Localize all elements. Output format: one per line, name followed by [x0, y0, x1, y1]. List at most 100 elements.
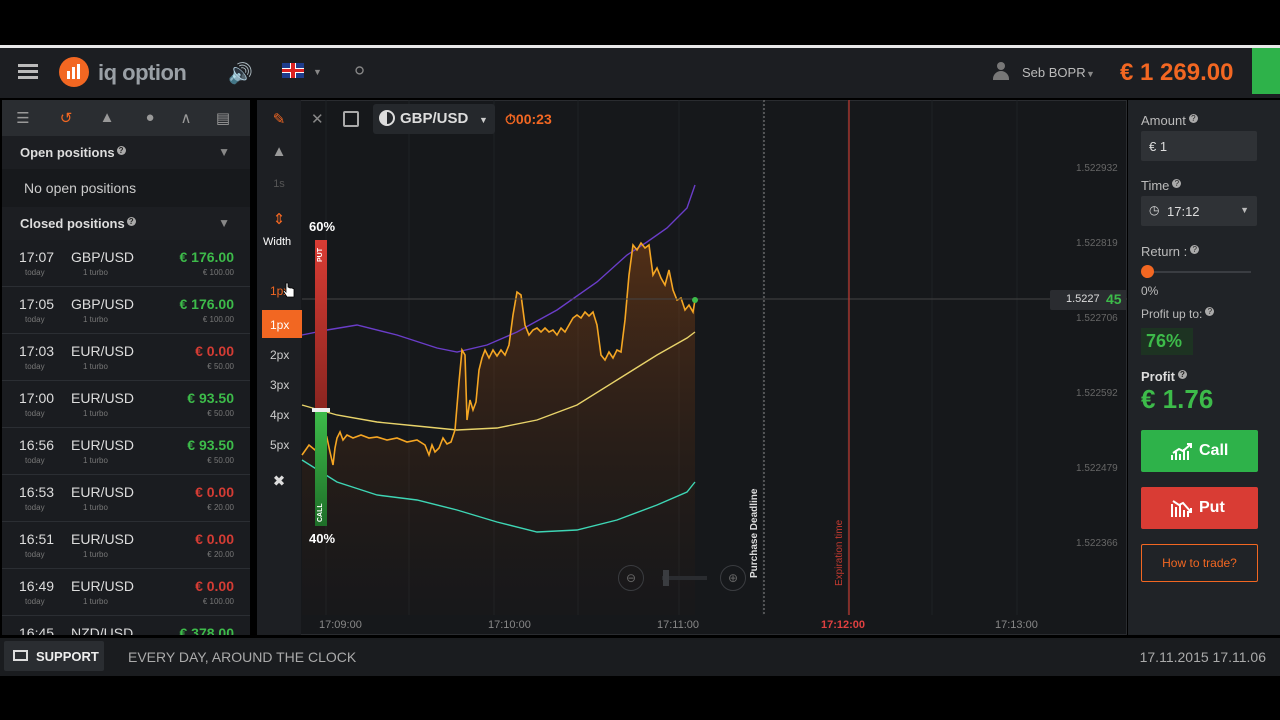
trade-row[interactable]: 17:07 today GBP/USD 1 turbo € 176.00 € 100.00	[2, 240, 250, 287]
chart-type-icon[interactable]: ▲	[269, 143, 289, 163]
trade-type: 1 turbo	[83, 456, 108, 465]
chevron-down-icon[interactable]: ▼	[1086, 69, 1095, 79]
chart-icon[interactable]: ▲	[97, 109, 117, 127]
y-tick: 1.522819	[1076, 238, 1118, 249]
trade-amount: € 0.00	[195, 578, 234, 594]
help-icon[interactable]: ?	[1205, 307, 1215, 316]
time-value: 17:12	[1167, 204, 1200, 219]
trade-time: 17:00	[19, 390, 55, 406]
x-tick: 17:10:00	[488, 619, 531, 631]
deposit-button[interactable]	[1252, 48, 1280, 94]
history-icon[interactable]: ↺	[56, 109, 76, 127]
put-percentage: 60%	[309, 219, 336, 234]
help-icon[interactable]: ?	[126, 217, 136, 226]
users-icon[interactable]: ●	[140, 109, 160, 127]
user-name[interactable]: Seb BOPR	[1022, 65, 1086, 80]
return-label-text: Return :	[1141, 244, 1188, 259]
closed-positions-header[interactable]: Closed positions? ▼	[2, 207, 250, 240]
width-option-2px[interactable]: 2px	[262, 340, 302, 368]
return-slider-track[interactable]	[1147, 271, 1251, 273]
trade-row[interactable]: 16:53 today EUR/USD 1 turbo € 0.00 € 20.00	[2, 475, 250, 522]
trade-day: today	[25, 362, 45, 371]
zoom-in-icon[interactable]: ⊕	[720, 565, 746, 591]
open-positions-header[interactable]: Open positions? ▼	[2, 136, 250, 169]
call-chart-icon	[1171, 443, 1192, 460]
news-icon[interactable]: ▤	[213, 109, 233, 127]
indicator-icon[interactable]: ⇕	[269, 210, 289, 230]
width-option-5px[interactable]: 5px	[262, 430, 302, 458]
trade-row[interactable]: 17:03 today EUR/USD 1 turbo € 0.00 € 50.00	[2, 334, 250, 381]
trade-pair: EUR/USD	[71, 578, 135, 594]
put-button[interactable]: Put	[1141, 487, 1258, 529]
trade-row[interactable]: 17:00 today EUR/USD 1 turbo € 93.50 € 50.00	[2, 381, 250, 428]
trade-amount: € 93.50	[187, 390, 234, 406]
call-bar-label: CALL	[317, 503, 324, 522]
close-icon[interactable]: ✖	[269, 472, 289, 492]
speaker-icon[interactable]: 🔊	[228, 61, 253, 86]
bulb-icon[interactable]: ⚪	[352, 61, 367, 82]
width-option-4px[interactable]: 4px	[262, 400, 302, 428]
footer: SUPPORT EVERY DAY, AROUND THE CLOCK 17.1…	[0, 638, 1280, 676]
width-option-1px[interactable]: 1px	[262, 310, 302, 338]
help-icon[interactable]: ?	[116, 146, 126, 155]
call-button[interactable]: Call	[1141, 430, 1258, 472]
call-label: Call	[1199, 442, 1229, 459]
open-positions-title: Open positions	[20, 145, 115, 160]
trade-day: today	[25, 503, 45, 512]
profit-up-label: Profit up to:?	[1141, 307, 1215, 321]
how-to-trade-button[interactable]: How to trade?	[1141, 544, 1258, 582]
help-icon[interactable]: ?	[1190, 245, 1200, 254]
help-icon[interactable]: ?	[1172, 179, 1182, 188]
timeframe-icon[interactable]: 1s	[269, 178, 289, 198]
trade-row[interactable]: 16:56 today EUR/USD 1 turbo € 93.50 € 50.00	[2, 428, 250, 475]
hamburger-icon[interactable]	[18, 64, 38, 80]
pencil-icon[interactable]: ✎	[269, 110, 289, 130]
balance[interactable]: € 1 269.00	[1120, 59, 1233, 87]
sentiment-divider	[312, 408, 330, 412]
asset-selector[interactable]: GBP/USD ▼	[373, 104, 495, 134]
envelope-icon	[13, 650, 28, 661]
help-icon[interactable]: ?	[1188, 114, 1198, 123]
trade-investment: € 20.00	[207, 550, 234, 559]
trade-amount: € 0.00	[195, 343, 234, 359]
trade-type: 1 turbo	[83, 268, 108, 277]
trade-time: 17:03	[19, 343, 55, 359]
trade-type: 1 turbo	[83, 362, 108, 371]
width-option-3px[interactable]: 3px	[262, 370, 302, 398]
profit-label-text: Profit	[1141, 369, 1175, 384]
expiration-time-label: Expiration time	[834, 519, 845, 586]
amount-label-text: Amount	[1141, 113, 1186, 128]
trade-amount: € 93.50	[187, 437, 234, 453]
trade-row[interactable]: 16:49 today EUR/USD 1 turbo € 0.00 € 100.00	[2, 569, 250, 616]
y-tick: 1.522932	[1076, 163, 1118, 174]
list-icon[interactable]: ☰	[13, 109, 33, 127]
uk-flag-icon[interactable]	[282, 63, 304, 78]
support-button[interactable]: SUPPORT	[4, 641, 104, 671]
pin-icon[interactable]: ▼	[218, 216, 230, 230]
countdown-timer: ⏱00:23	[505, 111, 552, 127]
trade-row[interactable]: 17:05 today GBP/USD 1 turbo € 176.00 € 100.00	[2, 287, 250, 334]
trade-day: today	[25, 456, 45, 465]
window-icon[interactable]	[343, 111, 359, 127]
return-slider-knob[interactable]	[1141, 265, 1154, 278]
close-chart-icon[interactable]: ✕	[311, 110, 324, 128]
amount-input[interactable]: € 1	[1141, 131, 1257, 161]
signal-icon[interactable]: ∧	[176, 109, 196, 127]
user-icon[interactable]	[993, 62, 1009, 80]
trade-day: today	[25, 268, 45, 277]
time-select[interactable]: ◷ 17:12 ▼	[1141, 196, 1257, 226]
trade-type: 1 turbo	[83, 597, 108, 606]
trade-pair: EUR/USD	[71, 390, 135, 406]
price-chart[interactable]	[257, 100, 1127, 635]
current-price-digits: 45	[1106, 291, 1122, 307]
help-icon[interactable]: ?	[1177, 370, 1187, 379]
trade-row[interactable]: 16:45todayNZD/USD1 turbo€ 378.00	[2, 616, 250, 635]
profit-value: € 1.76	[1141, 384, 1214, 414]
trade-investment: € 50.00	[207, 362, 234, 371]
chevron-down-icon[interactable]: ▼	[313, 67, 322, 77]
trade-row[interactable]: 16:51 today EUR/USD 1 turbo € 0.00 € 20.00	[2, 522, 250, 569]
width-option-hover[interactable]: 1px	[262, 276, 302, 304]
pin-icon[interactable]: ▼	[218, 145, 230, 159]
hand-cursor-icon	[283, 282, 295, 298]
zoom-out-icon[interactable]: ⊖	[618, 565, 644, 591]
